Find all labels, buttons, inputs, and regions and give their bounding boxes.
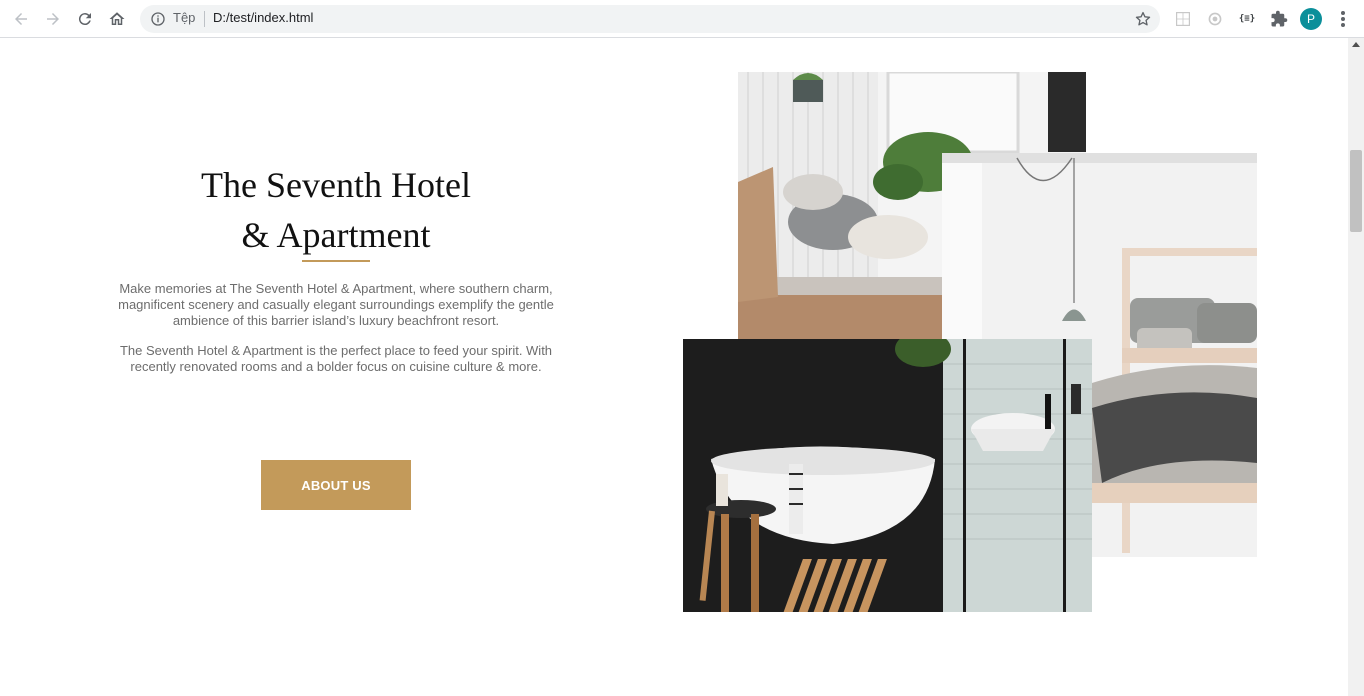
arrow-right-icon [47,13,59,25]
reload-button[interactable] [72,6,98,32]
scroll-up-arrow-icon[interactable] [1352,42,1360,47]
bathroom-illustration [683,339,1092,612]
hotel-title: The Seventh Hotel & Apartment [146,160,526,260]
site-label: Tệp [173,10,196,25]
forward-button[interactable] [40,6,66,32]
title-line-1: The Seventh Hotel [201,165,471,205]
extension-grid-button[interactable] [1173,9,1193,29]
page-scrollbar[interactable] [1348,38,1364,696]
arrow-left-icon [15,13,27,25]
address-separator [204,11,205,27]
extension-grid-icon [1176,12,1190,26]
url-text[interactable]: D:/test/index.html [213,10,313,25]
secondary-paragraph: The Seventh Hotel & Apartment is the per… [119,343,553,374]
puzzle-icon [1271,10,1288,27]
browser-toolbar: Tệp D:/test/index.html {≡} P [0,0,1364,38]
extension-circle-icon [1208,12,1222,26]
extension-json-button[interactable]: {≡} [1237,9,1257,29]
bookmark-star-icon[interactable] [1134,10,1152,28]
more-vert-icon[interactable] [1336,9,1350,29]
about-us-button[interactable]: ABOUT US [261,460,411,510]
title-divider [302,260,370,262]
home-button[interactable] [104,6,130,32]
reload-icon [78,13,91,26]
json-extension-icon: {≡} [1238,14,1256,24]
scroll-thumb[interactable] [1350,150,1362,232]
intro-paragraph: Make memories at The Seventh Hotel & Apa… [118,281,554,328]
address-bar[interactable]: Tệp D:/test/index.html [140,5,1160,33]
bathroom-photo [683,339,1092,612]
profile-avatar[interactable]: P [1300,8,1322,30]
back-button[interactable] [8,6,34,32]
info-icon[interactable] [150,11,166,27]
extensions-menu-button[interactable] [1269,9,1289,29]
extension-circle-button[interactable] [1205,9,1225,29]
home-icon [109,12,125,25]
title-line-2: & Apartment [241,215,431,255]
